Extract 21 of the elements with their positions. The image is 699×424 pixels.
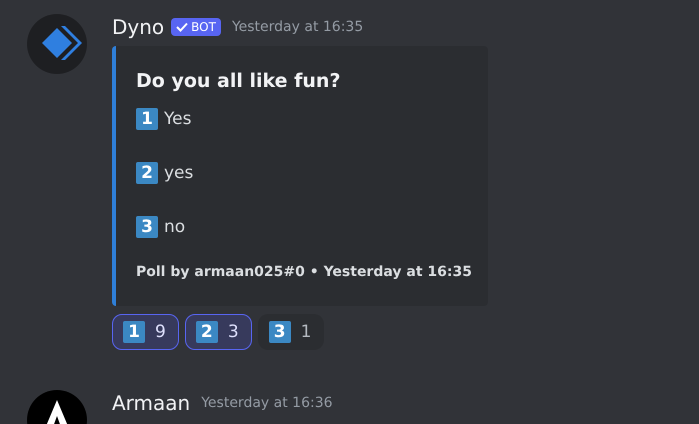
keycap-emoji: 3 bbox=[268, 321, 291, 343]
poll-option: Yes bbox=[164, 109, 192, 129]
checkmark-icon bbox=[176, 22, 188, 32]
poll-option: yes bbox=[164, 163, 194, 183]
timestamp: Yesterday at 16:36 bbox=[201, 395, 333, 411]
poll-footer: Poll by armaan025#0 • Yesterday at 16:35 bbox=[136, 264, 488, 280]
reaction-button[interactable]: 3 1 bbox=[258, 314, 324, 350]
keycap-emoji: 1 bbox=[136, 108, 158, 130]
username[interactable]: Armaan bbox=[112, 391, 190, 415]
reaction-button[interactable]: 1 9 bbox=[112, 314, 179, 350]
reaction-button[interactable]: 2 3 bbox=[184, 314, 252, 350]
keycap-emoji: 1 bbox=[123, 321, 145, 343]
keycap-emoji: 2 bbox=[196, 321, 218, 343]
poll-title: Do you all like fun? bbox=[136, 70, 342, 92]
keycap-emoji: 3 bbox=[136, 216, 158, 238]
bot-tag: BOT bbox=[171, 18, 221, 36]
poll-option: no bbox=[164, 217, 186, 237]
avatar-logo-icon bbox=[27, 14, 87, 74]
username[interactable]: Dyno bbox=[112, 15, 164, 39]
timestamp: Yesterday at 16:35 bbox=[232, 19, 364, 35]
keycap-emoji: 2 bbox=[136, 162, 158, 184]
